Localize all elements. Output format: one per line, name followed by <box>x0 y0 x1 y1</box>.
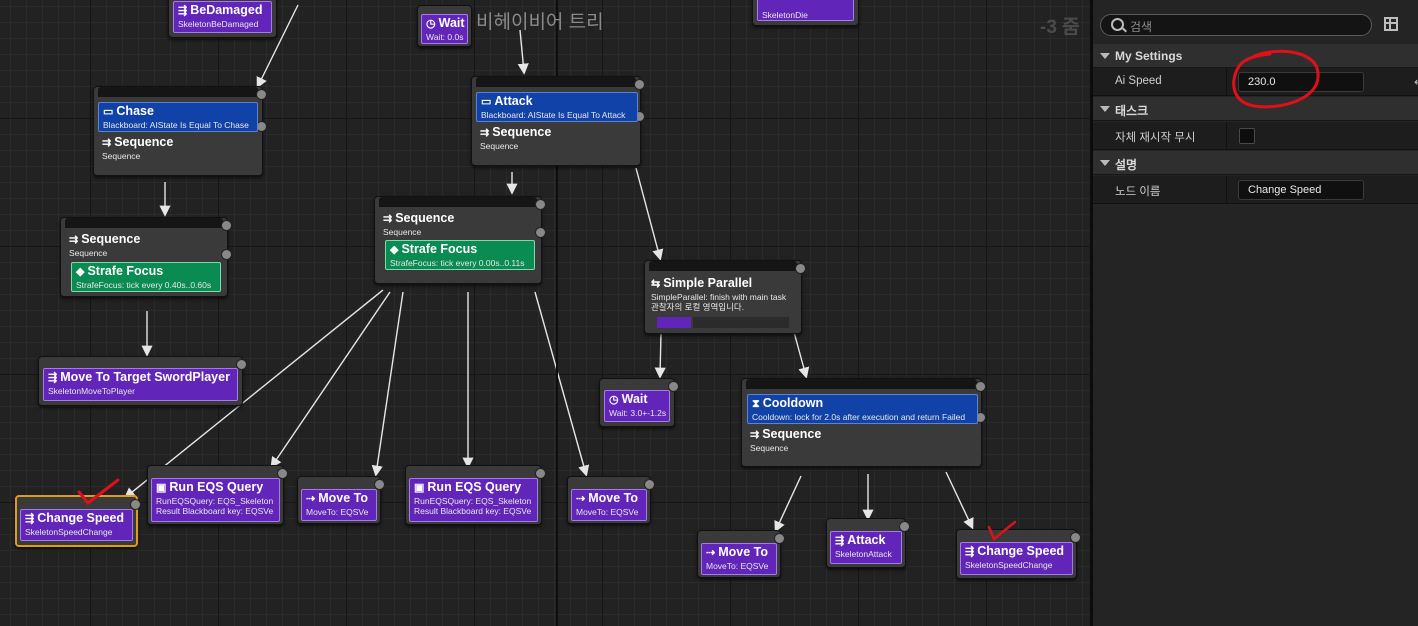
category-label: 태스크 <box>1115 104 1149 118</box>
expand-arrow-icon <box>1100 106 1110 112</box>
property-label: 자체 재시작 무시 <box>1115 132 1196 144</box>
expand-arrow-icon <box>1100 53 1110 59</box>
table-view-icon[interactable] <box>1384 17 1398 31</box>
category-label: My Settings <box>1115 49 1183 63</box>
node-name-field[interactable]: Change Speed <box>1238 180 1364 200</box>
search-placeholder: 검색 <box>1130 20 1153 34</box>
red-circle-mark <box>1232 49 1320 109</box>
category-label: 설명 <box>1115 158 1138 172</box>
property-row-ignore-restart: 자체 재시작 무시 <box>1093 122 1418 150</box>
property-label: 노드 이름 <box>1115 186 1161 198</box>
search-input[interactable]: 검색 <box>1100 14 1372 36</box>
annotation-marks <box>77 478 1017 542</box>
behavior-tree-graph[interactable]: 비헤이비어 트리 -3 줌 ⇶ BeDamaged SkeletonBeDamag… <box>0 0 1090 626</box>
property-row-node-name: 노드 이름 Change Speed <box>1093 176 1418 204</box>
property-label: Ai Speed <box>1115 75 1162 87</box>
red-check-icon <box>987 520 1017 542</box>
reset-arrow-icon[interactable]: ↩ <box>1414 75 1418 89</box>
annotation-circle <box>1232 49 1320 109</box>
ignore-restart-checkbox[interactable] <box>1239 128 1255 144</box>
expand-arrow-icon <box>1100 160 1110 166</box>
search-icon <box>1111 18 1124 31</box>
red-check-icon <box>77 478 120 506</box>
category-description[interactable]: 설명 <box>1093 151 1418 175</box>
